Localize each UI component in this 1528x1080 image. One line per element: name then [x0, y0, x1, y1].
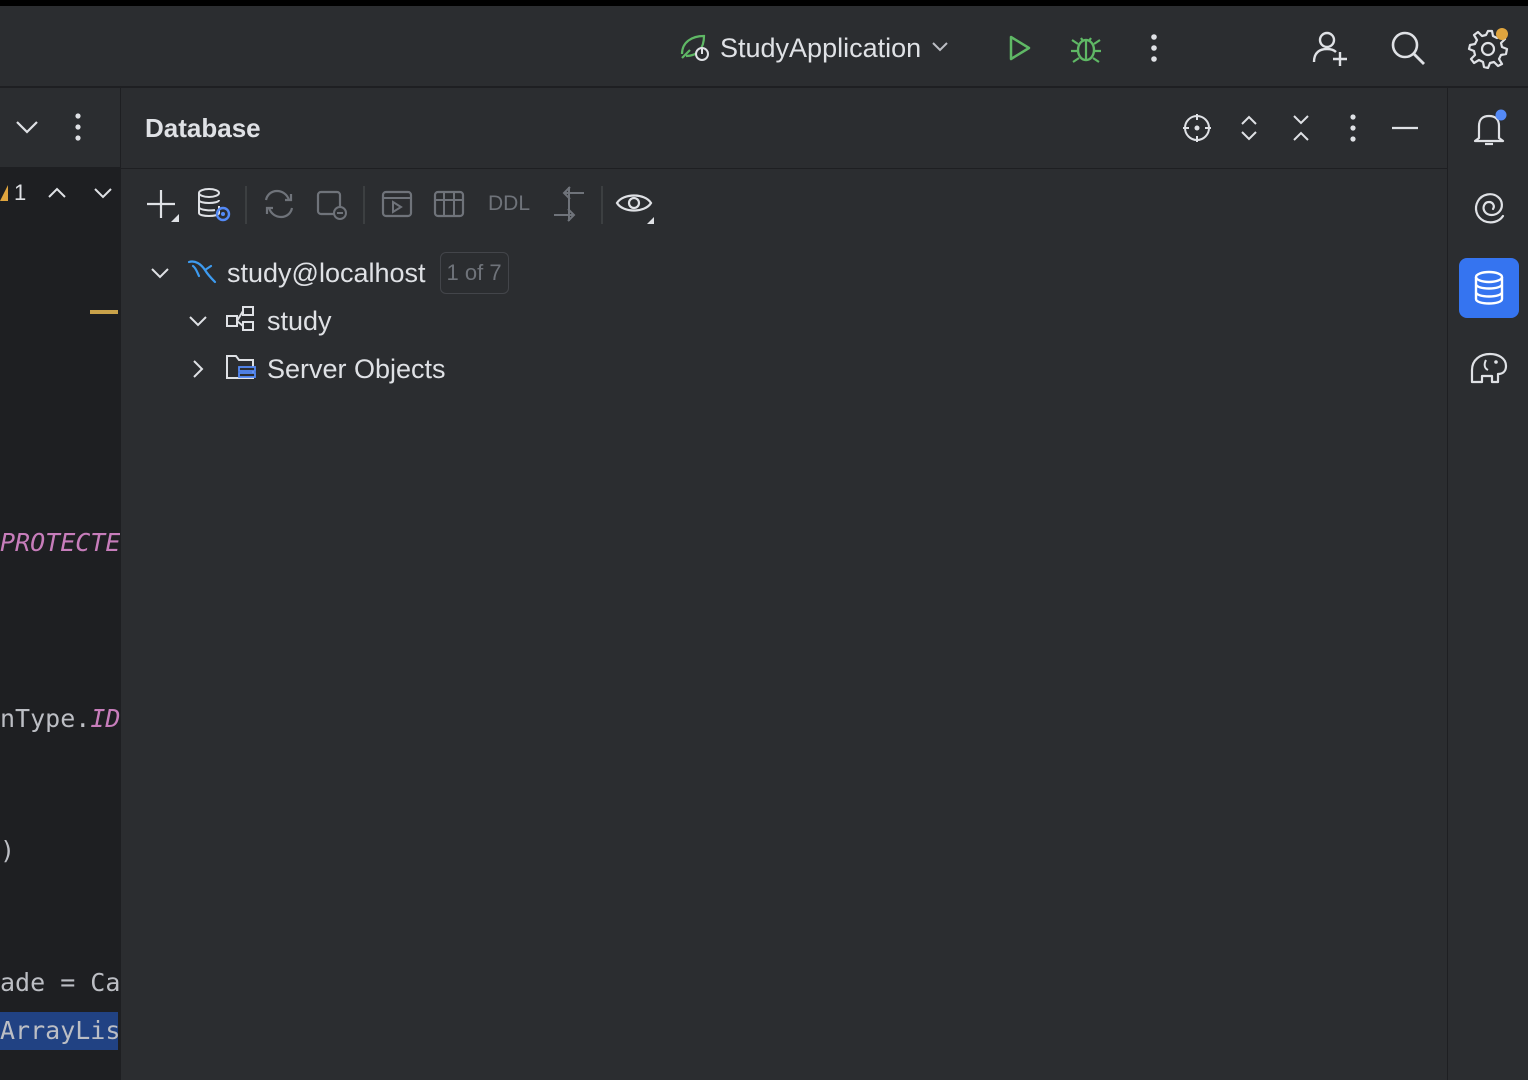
query-console-icon[interactable]	[375, 182, 419, 226]
chevron-down-icon[interactable]	[149, 262, 171, 284]
ddl-label: DDL	[487, 192, 530, 215]
table-view-icon[interactable]	[427, 182, 471, 226]
server-objects-folder-icon	[225, 352, 257, 387]
run-configuration-selector[interactable]: StudyApplication	[676, 28, 951, 68]
search-icon[interactable]	[1386, 26, 1430, 70]
warning-stripe-marker	[90, 310, 118, 314]
more-vertical-icon[interactable]	[74, 112, 82, 147]
chevron-down-icon[interactable]	[187, 310, 209, 332]
expand-all-icon[interactable]	[1229, 108, 1269, 148]
code-line: nType.ID	[0, 704, 120, 733]
database-icon[interactable]	[1459, 258, 1519, 318]
spring-boot-run-config-icon	[676, 28, 712, 69]
collapse-all-icon[interactable]	[1281, 108, 1321, 148]
database-tool-window: Database DDL study@localhost 1 of 7 stud…	[120, 88, 1448, 1080]
ai-assistant-icon[interactable]	[1459, 178, 1519, 238]
run-configuration-name: StudyApplication	[720, 32, 922, 63]
run-icon[interactable]	[996, 26, 1040, 70]
chevron-right-icon[interactable]	[187, 358, 209, 380]
locate-icon[interactable]	[1177, 108, 1217, 148]
chevron-down-icon	[929, 35, 951, 62]
view-options-icon[interactable]	[613, 182, 657, 226]
add-user-icon[interactable]	[1308, 26, 1352, 70]
panel-header: Database	[121, 88, 1448, 169]
schema-label: study	[267, 305, 332, 336]
tree-node-connection[interactable]: study@localhost 1 of 7	[149, 250, 509, 296]
toolbar-separator	[363, 186, 365, 224]
mysql-icon	[187, 256, 217, 291]
elephant-icon[interactable]	[1459, 338, 1519, 398]
ddl-button[interactable]: DDL	[483, 182, 535, 226]
code-line: ade = Ca	[0, 968, 120, 997]
disconnect-icon[interactable]	[309, 182, 353, 226]
chevron-up-icon[interactable]	[46, 185, 68, 201]
toolbar-separator	[245, 186, 247, 224]
more-vertical-icon[interactable]	[1132, 26, 1176, 70]
debug-icon[interactable]	[1064, 26, 1108, 70]
settings-icon[interactable]	[1466, 26, 1510, 70]
inspection-widget[interactable]: 1	[0, 180, 114, 206]
code-editor[interactable]: 1 PROTECTE nType.ID ) ade = Ca ArrayLis	[0, 88, 120, 1080]
schema-icon	[225, 304, 257, 339]
code-line: )	[0, 836, 16, 865]
jump-to-query-icon[interactable]	[547, 182, 591, 226]
title-bar: StudyApplication	[0, 6, 1528, 87]
tree-node-schema[interactable]: study	[187, 298, 332, 344]
schema-count-badge[interactable]: 1 of 7	[439, 252, 509, 294]
selected-code-line: ArrayLis	[0, 1012, 120, 1050]
warning-icon	[0, 185, 8, 201]
data-source-properties-icon[interactable]	[191, 182, 235, 226]
tree-node-server-objects[interactable]: Server Objects	[187, 346, 446, 392]
chevron-down-icon[interactable]	[92, 185, 114, 201]
hide-panel-icon[interactable]	[1385, 108, 1425, 148]
toolbar-separator	[601, 186, 603, 224]
notifications-icon[interactable]	[1459, 98, 1519, 158]
more-options-icon[interactable]	[1333, 108, 1373, 148]
refresh-icon[interactable]	[257, 182, 301, 226]
editor-header	[0, 88, 120, 168]
chevron-down-icon[interactable]	[14, 116, 40, 143]
panel-title: Database	[145, 113, 261, 143]
warning-count: 1	[14, 180, 27, 205]
connection-label: study@localhost	[227, 257, 426, 288]
right-tool-strip	[1447, 88, 1528, 1080]
notification-dot	[1496, 28, 1508, 40]
server-objects-label: Server Objects	[267, 353, 446, 384]
new-icon[interactable]	[139, 182, 183, 226]
code-line: PROTECTE	[0, 528, 120, 557]
database-toolbar: DDL	[121, 178, 1448, 230]
